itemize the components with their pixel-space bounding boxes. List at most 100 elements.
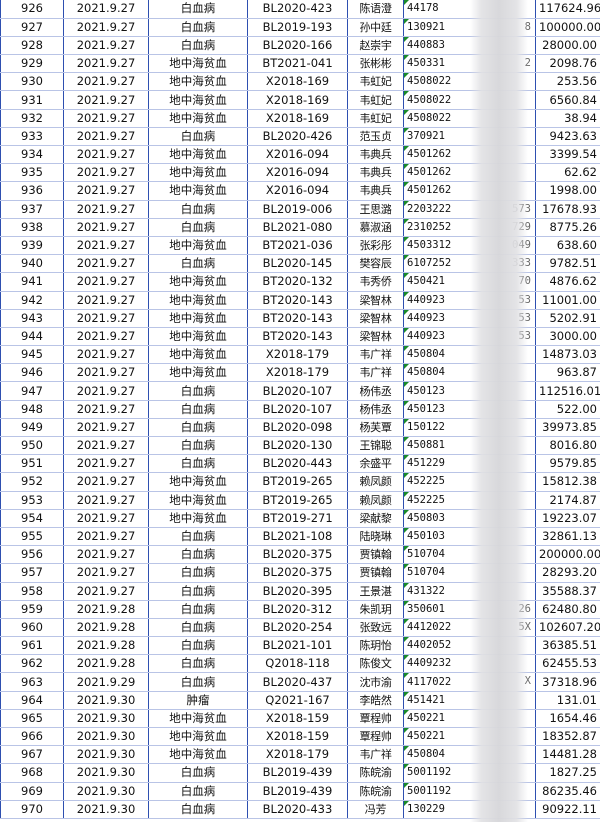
cell-case-code[interactable]: BT2021-036	[247, 236, 348, 256]
cell-case-code[interactable]: X2018-169	[247, 109, 348, 128]
cell-amount[interactable]: 62455.53	[535, 654, 600, 674]
cell-date[interactable]: 2021.9.30	[63, 727, 149, 747]
cell-row-number[interactable]: 957	[0, 563, 64, 583]
cell-id-number[interactable]: 370921	[403, 127, 536, 147]
cell-diagnosis[interactable]: 白血病	[148, 254, 248, 274]
cell-diagnosis[interactable]: 地中海贫血	[148, 236, 248, 256]
cell-diagnosis[interactable]: 白血病	[148, 672, 248, 692]
cell-date[interactable]: 2021.9.30	[63, 691, 149, 710]
cell-diagnosis[interactable]: 地中海贫血	[148, 109, 248, 128]
cell-id-number[interactable]: 450331 2	[403, 54, 536, 74]
cell-row-number[interactable]: 956	[0, 545, 64, 565]
cell-patient-name[interactable]: 孙中廷	[347, 18, 404, 37]
cell-patient-name[interactable]: 陆晓琳	[347, 527, 404, 547]
cell-patient-name[interactable]: 梁智林	[347, 309, 404, 328]
cell-case-code[interactable]: BL2021-108	[247, 527, 348, 547]
cell-id-number[interactable]: 440883	[403, 36, 536, 56]
cell-date[interactable]: 2021.9.27	[63, 236, 149, 256]
cell-amount[interactable]: 8016.80	[535, 436, 600, 456]
cell-diagnosis[interactable]: 白血病	[148, 200, 248, 219]
cell-patient-name[interactable]: 韦秀侨	[347, 272, 404, 292]
cell-amount[interactable]: 253.56	[535, 72, 600, 92]
cell-case-code[interactable]: BT2019-265	[247, 491, 348, 510]
cell-id-number[interactable]: 150122	[403, 418, 536, 438]
cell-date[interactable]: 2021.9.27	[63, 363, 149, 383]
cell-case-code[interactable]: X2016-094	[247, 163, 348, 183]
cell-amount[interactable]: 62480.80	[535, 600, 600, 619]
cell-row-number[interactable]: 951	[0, 454, 64, 474]
cell-row-number[interactable]: 928	[0, 36, 64, 56]
cell-id-number[interactable]: 2203222 573	[403, 200, 536, 219]
cell-case-code[interactable]: BL2021-101	[247, 636, 348, 656]
cell-patient-name[interactable]: 赖凤颜	[347, 491, 404, 510]
cell-diagnosis[interactable]: 地中海贫血	[148, 491, 248, 510]
cell-row-number[interactable]: 934	[0, 145, 64, 165]
cell-amount[interactable]: 62.62	[535, 163, 600, 183]
cell-diagnosis[interactable]: 白血病	[148, 618, 248, 638]
cell-row-number[interactable]: 960	[0, 618, 64, 638]
cell-case-code[interactable]: BT2020-132	[247, 272, 348, 292]
cell-amount[interactable]: 9782.51	[535, 254, 600, 274]
cell-date[interactable]: 2021.9.28	[63, 654, 149, 674]
cell-case-code[interactable]: BL2020-375	[247, 545, 348, 565]
cell-case-code[interactable]: BL2020-423	[247, 0, 348, 19]
cell-diagnosis[interactable]: 地中海贫血	[148, 90, 248, 110]
cell-case-code[interactable]: BT2020-143	[247, 291, 348, 310]
cell-diagnosis[interactable]: 地中海贫血	[148, 181, 248, 201]
cell-patient-name[interactable]: 韦典兵	[347, 163, 404, 183]
cell-case-code[interactable]: X2018-169	[247, 72, 348, 92]
cell-patient-name[interactable]: 樊容辰	[347, 254, 404, 274]
cell-id-number[interactable]: 451229	[403, 454, 536, 474]
cell-row-number[interactable]: 936	[0, 181, 64, 201]
cell-row-number[interactable]: 946	[0, 363, 64, 383]
cell-date[interactable]: 2021.9.27	[63, 145, 149, 165]
cell-id-number[interactable]: 450881	[403, 436, 536, 456]
cell-amount[interactable]: 28293.20	[535, 563, 600, 583]
cell-row-number[interactable]: 950	[0, 436, 64, 456]
cell-id-number[interactable]: 440923 53	[403, 327, 536, 347]
cell-id-number[interactable]: 450103	[403, 527, 536, 547]
cell-id-number[interactable]: 4409232	[403, 654, 536, 674]
cell-case-code[interactable]: X2016-094	[247, 145, 348, 165]
cell-id-number[interactable]: 452225	[403, 491, 536, 510]
cell-case-code[interactable]: BL2019-006	[247, 200, 348, 219]
cell-diagnosis[interactable]: 地中海贫血	[148, 163, 248, 183]
cell-date[interactable]: 2021.9.27	[63, 109, 149, 128]
cell-diagnosis[interactable]: 地中海贫血	[148, 345, 248, 365]
cell-amount[interactable]: 3000.00	[535, 327, 600, 347]
cell-diagnosis[interactable]: 地中海贫血	[148, 472, 248, 492]
cell-id-number[interactable]: 130229	[403, 800, 536, 819]
cell-date[interactable]: 2021.9.27	[63, 563, 149, 583]
cell-id-number[interactable]: 4501262	[403, 145, 536, 165]
cell-case-code[interactable]: BL2020-130	[247, 436, 348, 456]
cell-case-code[interactable]: BL2020-254	[247, 618, 348, 638]
cell-patient-name[interactable]: 王锦聪	[347, 436, 404, 456]
cell-patient-name[interactable]: 慕淑涵	[347, 218, 404, 237]
cell-amount[interactable]: 32861.13	[535, 527, 600, 547]
cell-id-number[interactable]: 450804	[403, 363, 536, 383]
cell-case-code[interactable]: X2018-169	[247, 90, 348, 110]
cell-id-number[interactable]: 4117022 X	[403, 672, 536, 692]
cell-patient-name[interactable]: 覃程帅	[347, 727, 404, 747]
cell-row-number[interactable]: 943	[0, 309, 64, 328]
cell-amount[interactable]: 100000.00	[535, 18, 600, 37]
cell-date[interactable]: 2021.9.27	[63, 163, 149, 183]
cell-diagnosis[interactable]: 白血病	[148, 563, 248, 583]
cell-row-number[interactable]: 926	[0, 0, 64, 19]
cell-date[interactable]: 2021.9.28	[63, 600, 149, 619]
cell-amount[interactable]: 522.00	[535, 400, 600, 419]
cell-diagnosis[interactable]: 白血病	[148, 381, 248, 401]
cell-case-code[interactable]: BL2019-193	[247, 18, 348, 37]
cell-diagnosis[interactable]: 白血病	[148, 418, 248, 438]
cell-case-code[interactable]: BT2020-143	[247, 309, 348, 328]
cell-id-number[interactable]: 2310252 729	[403, 218, 536, 237]
cell-case-code[interactable]: BT2021-041	[247, 54, 348, 74]
cell-diagnosis[interactable]: 地中海贫血	[148, 72, 248, 92]
cell-diagnosis[interactable]: 白血病	[148, 782, 248, 801]
cell-row-number[interactable]: 944	[0, 327, 64, 347]
cell-patient-name[interactable]: 韦典兵	[347, 181, 404, 201]
cell-row-number[interactable]: 931	[0, 90, 64, 110]
cell-date[interactable]: 2021.9.27	[63, 90, 149, 110]
cell-amount[interactable]: 11001.00	[535, 291, 600, 310]
cell-patient-name[interactable]: 王景湛	[347, 582, 404, 601]
